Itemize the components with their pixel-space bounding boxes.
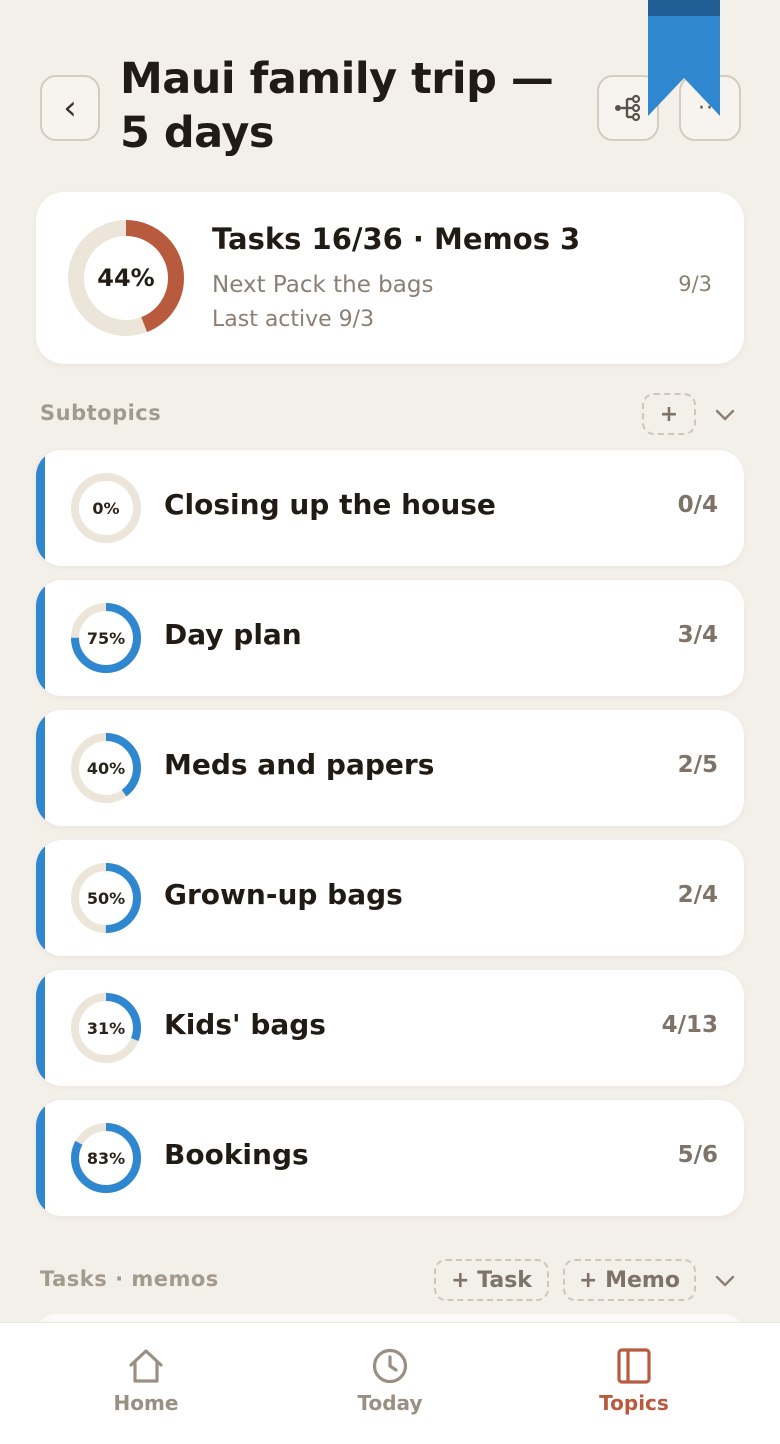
subtopic-progress-ring: 40% — [68, 730, 144, 806]
subtopic-card[interactable]: 50% Grown-up bags 2/4 — [36, 840, 744, 956]
subtopic-name: Kids' bags — [164, 1008, 326, 1041]
overall-progress-ring: 44% — [68, 220, 184, 336]
chevron-down-icon[interactable] — [713, 1269, 737, 1293]
subtopic-name: Closing up the house — [164, 488, 496, 521]
next-task-date: 9/3 — [678, 272, 712, 296]
subtopic-card[interactable]: 0% Closing up the house 0/4 — [36, 450, 744, 566]
subtopic-accent — [36, 1100, 45, 1216]
subtopic-name: Bookings — [164, 1138, 309, 1171]
hierarchy-icon — [615, 94, 641, 122]
subtopic-count: 2/4 — [677, 882, 718, 908]
home-icon — [129, 1349, 163, 1383]
add-memo-button[interactable]: + Memo — [563, 1259, 696, 1301]
notebook-icon — [617, 1348, 651, 1384]
bookmark-icon[interactable] — [648, 0, 720, 116]
subtopic-accent — [36, 580, 45, 696]
subtopic-count: 5/6 — [677, 1142, 718, 1168]
subtopic-card[interactable]: 75% Day plan 3/4 — [36, 580, 744, 696]
subtopic-progress-ring: 31% — [68, 990, 144, 1066]
subtopic-accent — [36, 840, 45, 956]
page-title: Maui family trip — 5 days — [120, 54, 554, 158]
subtopic-progress-label: 31% — [86, 1018, 126, 1038]
tab-today[interactable]: Today — [310, 1323, 470, 1444]
chevron-down-icon[interactable] — [713, 403, 737, 427]
tab-home-label: Home — [113, 1391, 179, 1415]
tab-today-label: Today — [357, 1391, 423, 1415]
subtopic-progress-label: 50% — [86, 888, 126, 908]
subtopic-count: 3/4 — [677, 622, 718, 648]
subtopic-accent — [36, 710, 45, 826]
subtopic-progress-ring: 83% — [68, 1120, 144, 1196]
last-active: Last active 9/3 — [212, 307, 375, 332]
subtopic-name: Meds and papers — [164, 748, 435, 781]
tasks-memos-heading: Tasks · memos — [40, 1267, 219, 1291]
tab-bar: Home Today Topics — [0, 1322, 780, 1444]
tab-topics[interactable]: Topics — [554, 1323, 714, 1444]
next-task: Next Pack the bags — [212, 272, 434, 298]
subtopic-progress-label: 75% — [86, 628, 126, 648]
subtopic-progress-ring: 0% — [68, 470, 144, 546]
summary-title: Tasks 16/36 · Memos 3 — [212, 222, 581, 256]
add-task-button[interactable]: + Task — [434, 1259, 549, 1301]
subtopic-card[interactable]: 31% Kids' bags 4/13 — [36, 970, 744, 1086]
subtopic-progress-ring: 50% — [68, 860, 144, 936]
subtopic-name: Grown-up bags — [164, 878, 403, 911]
subtopics-heading: Subtopics — [40, 401, 162, 425]
subtopic-name: Day plan — [164, 618, 302, 651]
clock-icon — [372, 1348, 408, 1384]
subtopic-progress-label: 83% — [86, 1148, 126, 1168]
add-subtopic-button[interactable]: + — [642, 393, 696, 435]
subtopic-progress-ring: 75% — [68, 600, 144, 676]
subtopic-accent — [36, 450, 45, 566]
tab-topics-label: Topics — [599, 1391, 669, 1415]
subtopic-card[interactable]: 40% Meds and papers 2/5 — [36, 710, 744, 826]
overall-progress-label: 44% — [97, 264, 155, 292]
summary-card[interactable]: 44% Tasks 16/36 · Memos 3 Next Pack the … — [36, 192, 744, 364]
subtopic-progress-label: 40% — [86, 758, 126, 778]
subtopic-count: 4/13 — [661, 1012, 718, 1038]
subtopic-card[interactable]: 83% Bookings 5/6 — [36, 1100, 744, 1216]
subtopic-count: 0/4 — [677, 492, 718, 518]
tab-home[interactable]: Home — [66, 1323, 226, 1444]
subtopic-count: 2/5 — [677, 752, 718, 778]
back-button[interactable]: ‹ — [40, 75, 100, 141]
subtopic-progress-label: 0% — [92, 498, 120, 518]
subtopic-accent — [36, 970, 45, 1086]
